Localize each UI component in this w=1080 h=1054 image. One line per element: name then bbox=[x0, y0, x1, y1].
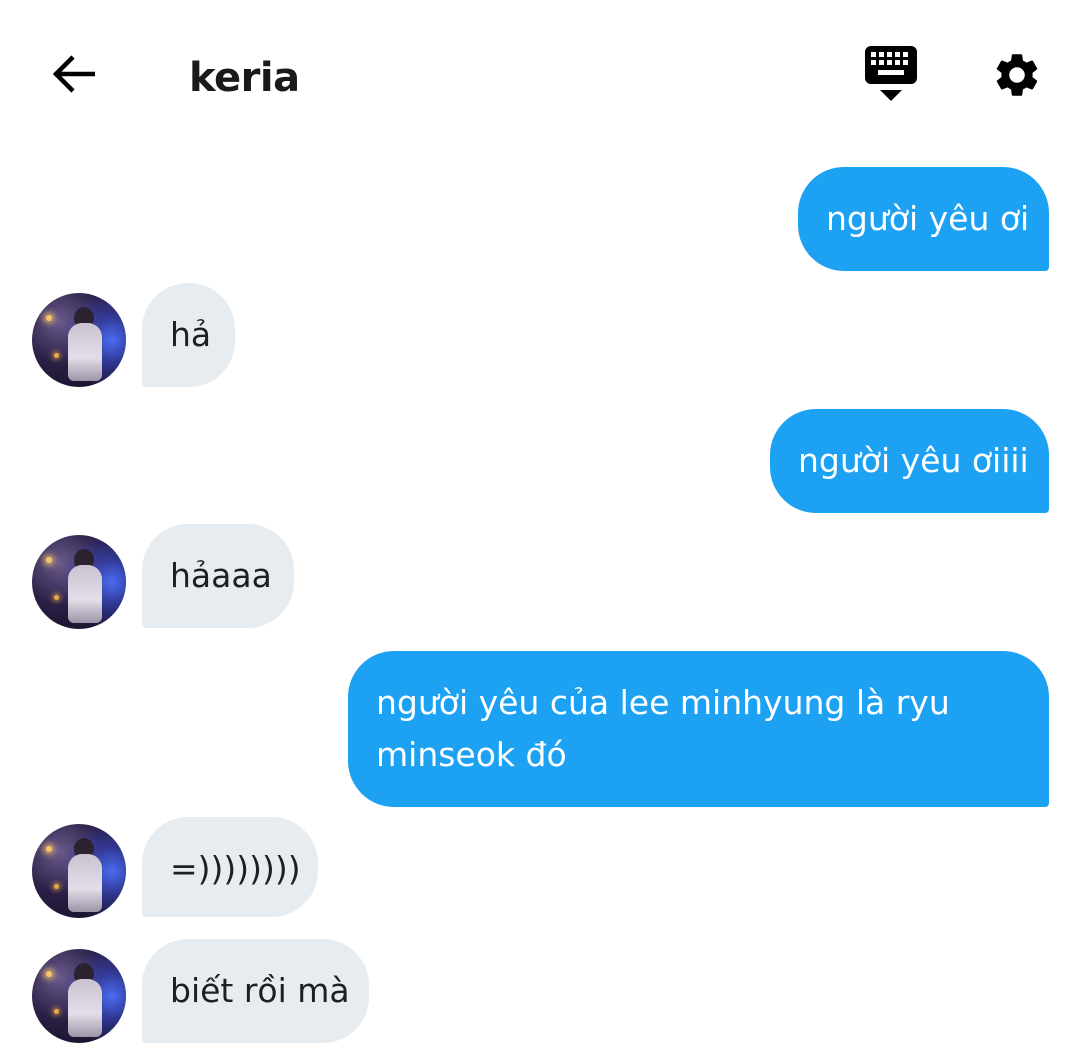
message-outgoing[interactable]: người yêu ơiiii bbox=[770, 409, 1049, 513]
message-incoming[interactable]: biết rồi mà bbox=[142, 939, 369, 1043]
keyboard-hide-icon bbox=[865, 46, 917, 101]
message-incoming[interactable]: hả bbox=[142, 283, 235, 387]
message-outgoing[interactable]: người yêu của lee minhyung là ryu minseo… bbox=[348, 651, 1049, 807]
gear-icon bbox=[996, 54, 1038, 96]
message-text: hảaaa bbox=[170, 556, 272, 595]
arrow-left-icon bbox=[52, 55, 95, 93]
keyboard-hide-button[interactable] bbox=[858, 44, 924, 108]
avatar[interactable] bbox=[32, 535, 126, 629]
message-outgoing[interactable]: người yêu ơi bbox=[798, 167, 1049, 271]
message-text: biết rồi mà bbox=[170, 971, 350, 1010]
back-button[interactable] bbox=[44, 48, 104, 100]
avatar[interactable] bbox=[32, 824, 126, 918]
message-text-line-2: minseok đó bbox=[376, 735, 567, 774]
avatar[interactable] bbox=[32, 949, 126, 1043]
message-text: người yêu ơi bbox=[826, 199, 1030, 238]
chat-header: keria bbox=[0, 0, 1080, 150]
message-text: hả bbox=[170, 315, 212, 354]
settings-button[interactable] bbox=[986, 46, 1048, 104]
message-incoming[interactable]: =)))))))) bbox=[142, 817, 318, 917]
message-text: người yêu của lee minhyung là ryu bbox=[376, 683, 950, 722]
chat-title: keria bbox=[189, 55, 300, 101]
message-incoming[interactable]: hảaaa bbox=[142, 524, 294, 628]
message-text: người yêu ơiiii bbox=[798, 441, 1029, 480]
message-text: =)))))))) bbox=[170, 849, 301, 888]
avatar[interactable] bbox=[32, 293, 126, 387]
